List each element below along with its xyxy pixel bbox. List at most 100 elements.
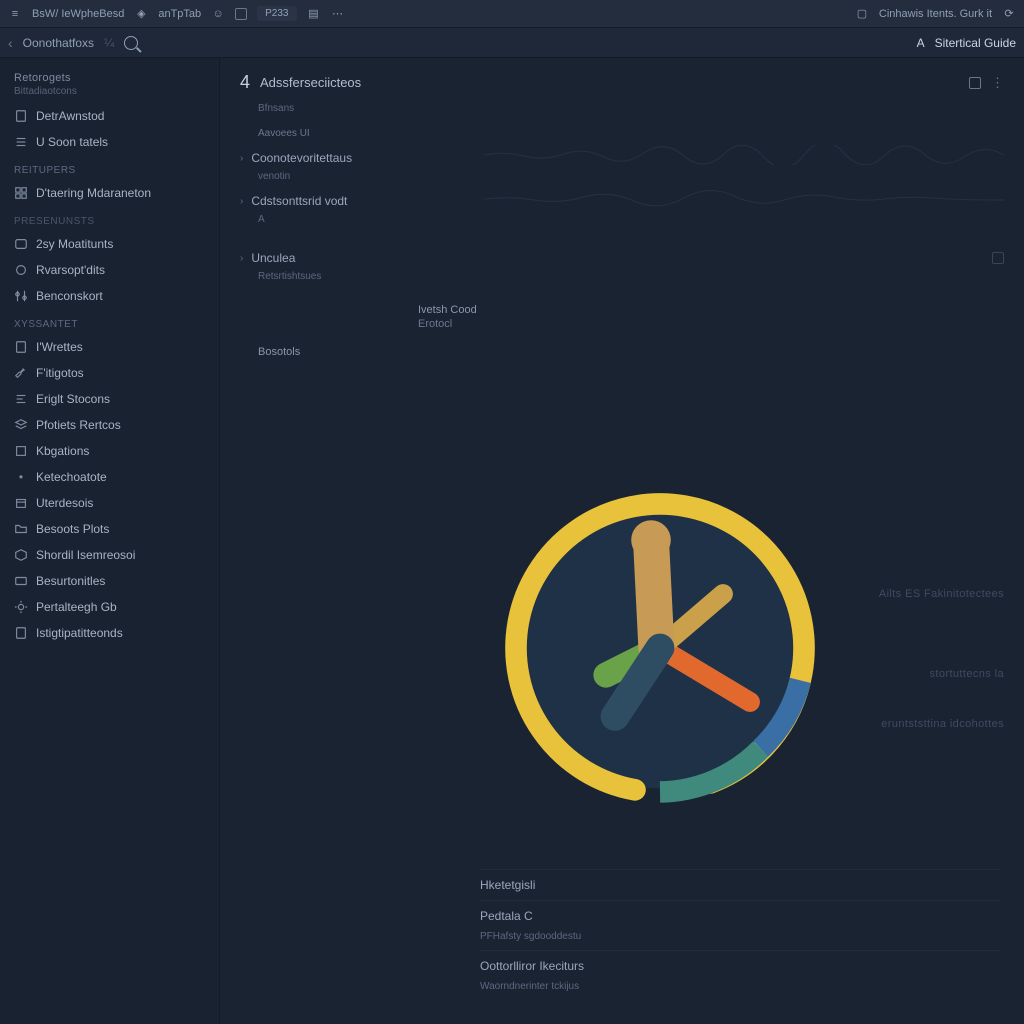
sidebar-item-label: Rvarsopt'dits xyxy=(36,263,105,277)
chevron-right-icon: › xyxy=(240,196,243,207)
card-icon xyxy=(14,574,28,588)
badge-icon xyxy=(14,237,28,251)
inline-action-icon[interactable] xyxy=(992,252,1004,264)
breadcrumb-sep: ¼ xyxy=(104,36,114,50)
dot-icon: • xyxy=(14,470,28,484)
list-icon xyxy=(14,135,28,149)
sidebar-item-label: Ketechoatote xyxy=(36,470,107,484)
sidebar-item[interactable]: 2sy Moatitunts xyxy=(0,231,219,257)
appbar-title-b: anTpTab xyxy=(158,8,201,20)
sidebar-item-label: Shordil Isemreosoi xyxy=(36,548,135,562)
ghost-label: eruntststtina idcohottes xyxy=(881,718,1004,730)
sidebar-item[interactable]: Pertalteegh Gb xyxy=(0,594,219,620)
row-d-label: Unculea xyxy=(251,251,295,265)
panel-action-more[interactable]: ⋮ xyxy=(991,75,1004,91)
sidebar-item[interactable]: Shordil Isemreosoi xyxy=(0,542,219,568)
package-icon xyxy=(14,496,28,510)
cube-icon xyxy=(14,548,28,562)
menu-icon[interactable]: ≡ xyxy=(8,7,22,21)
appbar-right: Cinhawis Itents. Gurk it xyxy=(879,8,992,20)
row-c-sub: A xyxy=(240,214,1004,231)
appbar-title-a: BsW/ IeWpheBesd xyxy=(32,8,124,20)
row-b-label: Coonotevoritettaus xyxy=(251,151,352,165)
activity-wheel xyxy=(480,468,840,828)
sidebar-item-label: 2sy Moatitunts xyxy=(36,237,113,251)
sidebar-section: ReitUpers xyxy=(0,155,219,180)
sidebar-item-label: Benconskort xyxy=(36,289,103,303)
ghost-label: Ailts ES Fakinitotectees xyxy=(879,588,1004,600)
sidebar-item-label: Pertalteegh Gb xyxy=(36,600,117,614)
wrench-icon xyxy=(14,366,28,380)
sidebar-item-label: Istigtipatitteonds xyxy=(36,626,123,640)
gear-icon xyxy=(14,600,28,614)
row-a: Aavoees UI xyxy=(240,120,1004,145)
heading-sub: Bfnsans xyxy=(240,103,1004,120)
bottom-row[interactable]: Hketetgisli xyxy=(480,869,1000,900)
sidebar-group-head: Retorogets xyxy=(0,66,219,86)
bars-icon xyxy=(14,392,28,406)
chevron-right-icon: › xyxy=(240,253,243,264)
sidebar-item[interactable]: Uterdesois xyxy=(0,490,219,516)
sidebar-item[interactable]: Rvarsopt'dits xyxy=(0,257,219,283)
sidebar-item-label: Pfotiets Rertcos xyxy=(36,418,121,432)
file-icon xyxy=(14,109,28,123)
content-heading: 4 Adssferseciicteos ⋮ xyxy=(240,72,1004,93)
more-icon[interactable]: ⋯ xyxy=(331,7,345,21)
kv-label: Ivetsh Cood xyxy=(400,302,1004,318)
sidebar-item[interactable]: Pfotiets Rertcos xyxy=(0,412,219,438)
app-bar: ≡ BsW/ IeWpheBesd ◈ anTpTab ☺ P233 ▤ ⋯ ▢… xyxy=(0,0,1024,28)
sidebar-item-label: Eriglt Stocons xyxy=(36,392,110,406)
sidebar-item-label: Uterdesois xyxy=(36,496,93,510)
sidebar-item[interactable]: U Soon tatels xyxy=(0,129,219,155)
sidebar-item-label: F'itigotos xyxy=(36,366,84,380)
square-icon[interactable] xyxy=(235,8,247,20)
heading-label: Adssferseciicteos xyxy=(260,75,361,90)
refresh-icon[interactable]: ⟳ xyxy=(1002,7,1016,21)
bottom-row[interactable]: Oottorlliror Ikeciturs xyxy=(480,950,1000,981)
folder-icon xyxy=(14,522,28,536)
row-d-sub: Retsrtishtsues xyxy=(240,271,1004,288)
sidebar-item-label: U Soon tatels xyxy=(36,135,108,149)
window-icon[interactable]: ▢ xyxy=(855,7,869,21)
kv-value: Erotocl xyxy=(400,318,1004,330)
sidebar-item-label: D'taering Mdaraneton xyxy=(36,186,151,200)
sidebar: Retorogets Bittadiaotcons DetrAwnstod U … xyxy=(0,58,220,1024)
row-d[interactable]: › Unculea xyxy=(240,245,1004,271)
sidebar-item[interactable]: Besurtonitles xyxy=(0,568,219,594)
grid-icon xyxy=(14,186,28,200)
bottom-section: Hketetgisli Pedtala C PFHafsty sgdooddes… xyxy=(480,869,1000,1000)
search-icon[interactable] xyxy=(124,36,138,50)
sidebar-item[interactable]: Eriglt Stocons xyxy=(0,386,219,412)
sidebar-item[interactable]: I'Wrettes xyxy=(0,334,219,360)
tag-icon xyxy=(14,444,28,458)
bottom-row[interactable]: Pedtala C xyxy=(480,900,1000,931)
layers-icon[interactable]: ▤ xyxy=(307,7,321,21)
sidebar-item[interactable]: • Ketechoatote xyxy=(0,464,219,490)
appbar-pill[interactable]: P233 xyxy=(257,6,296,21)
chevron-right-icon: › xyxy=(240,153,243,164)
sidebar-item[interactable]: D'taering Mdaraneton xyxy=(0,180,219,206)
bottom-row-sub: PFHafsty sgdooddestu xyxy=(480,931,1000,950)
sidebar-item[interactable]: Kbgations xyxy=(0,438,219,464)
sidebar-item-label: Besoots Plots xyxy=(36,522,109,536)
ghost-label: stortuttecns la xyxy=(930,668,1004,680)
doc-icon xyxy=(14,340,28,354)
sidebar-item[interactable]: DetrAwnstod xyxy=(0,103,219,129)
sidebar-item[interactable]: Istigtipatitteonds xyxy=(0,620,219,646)
panel-action-icon[interactable] xyxy=(969,77,981,89)
smile-icon: ☺ xyxy=(211,7,225,21)
sidebar-item[interactable]: F'itigotos xyxy=(0,360,219,386)
sidebar-group-sub: Bittadiaotcons xyxy=(0,86,219,103)
teal-label[interactable]: Bosotols xyxy=(240,344,1004,360)
page-icon xyxy=(14,626,28,640)
row-c-label: Cdstsonttsrid vodt xyxy=(251,194,347,208)
row-b-sub: venotin xyxy=(240,171,1004,188)
sidebar-item[interactable]: Benconskort xyxy=(0,283,219,309)
breadcrumb[interactable]: Oonothatfoxs xyxy=(23,36,94,50)
circle-icon xyxy=(14,263,28,277)
sliders-icon xyxy=(14,289,28,303)
sidebar-item[interactable]: Besoots Plots xyxy=(0,516,219,542)
bottom-row-sub: Waorndnerinter tckijus xyxy=(480,981,1000,1000)
sidebar-item-label: Besurtonitles xyxy=(36,574,105,588)
back-icon[interactable]: ‹ xyxy=(8,35,13,51)
